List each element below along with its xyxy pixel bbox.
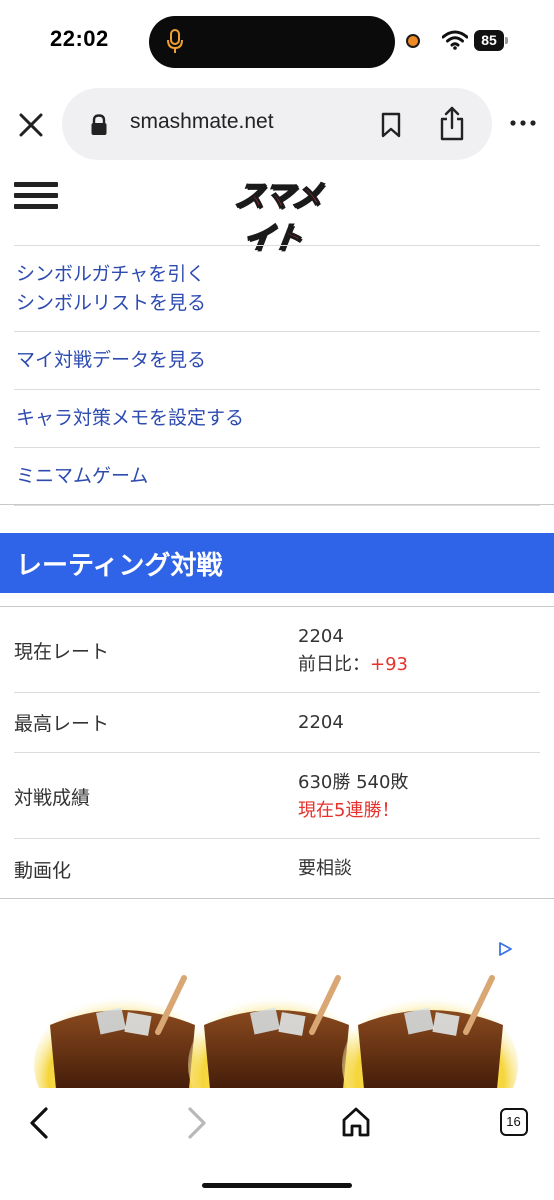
my-match-data-link[interactable]: マイ対戦データを見る <box>14 332 540 390</box>
symbol-list-link[interactable]: シンボルリストを見る <box>16 289 538 318</box>
match-record-value-cell: 630勝 540敗 現在5連勝！ <box>298 769 408 825</box>
tab-count: 16 <box>506 1114 521 1129</box>
divider <box>0 898 554 899</box>
win-streak: 現在5連勝！ <box>298 800 400 821</box>
symbol-gacha-link[interactable]: シンボルガチャを引く <box>16 260 538 289</box>
url-text: smashmate.net <box>130 110 274 133</box>
daily-change: 前日比：+93 <box>298 651 408 679</box>
current-rate-value-cell: 2204 前日比：+93 <box>298 623 408 679</box>
more-options-icon[interactable] <box>510 120 536 126</box>
address-bar[interactable]: smashmate.net <box>62 88 492 160</box>
divider <box>0 504 554 505</box>
highest-rate-label: 最高レート <box>14 713 110 735</box>
battery-icon: 85 <box>474 30 508 51</box>
advertisement[interactable] <box>0 930 554 1090</box>
browser-toolbar: smashmate.net <box>0 84 554 162</box>
status-time: 22:02 <box>50 26 109 51</box>
rating-stats-table: 現在レート 2204 前日比：+93 最高レート 2204 対戦成績 630勝 … <box>14 607 540 899</box>
menu-link-list: シンボルガチャを引く シンボルリストを見る マイ対戦データを見る キャラ対策メモ… <box>14 245 540 506</box>
table-row: 最高レート 2204 <box>14 693 540 753</box>
video-label: 動画化 <box>14 860 72 882</box>
bookmark-icon[interactable] <box>380 112 402 138</box>
match-record-label: 対戦成績 <box>14 787 91 809</box>
logo-text: スマメイト <box>232 179 324 256</box>
character-memo-link[interactable]: キャラ対策メモを設定する <box>14 390 540 448</box>
wifi-icon <box>442 30 468 50</box>
section-header: レーティング対戦 <box>0 533 554 593</box>
highest-rate-value: 2204 <box>298 712 344 733</box>
battery-level: 85 <box>481 32 497 48</box>
minimum-game-link[interactable]: ミニマムゲーム <box>14 448 540 506</box>
ad-choices-icon[interactable] <box>498 942 512 956</box>
site-logo[interactable]: スマメイト <box>232 176 324 256</box>
microphone-icon <box>167 29 183 53</box>
section-title: レーティング対戦 <box>16 551 223 581</box>
table-row: 現在レート 2204 前日比：+93 <box>14 607 540 693</box>
dynamic-island <box>149 16 395 68</box>
status-bar: 22:02 85 <box>0 0 554 84</box>
list-item: シンボルガチャを引く シンボルリストを見る <box>14 246 540 332</box>
current-rate-label: 現在レート <box>14 641 110 663</box>
match-record-value: 630勝 540敗 <box>298 772 409 793</box>
home-indicator <box>202 1183 352 1188</box>
site-header: スマメイト <box>0 166 554 256</box>
daily-change-value: +93 <box>370 654 408 675</box>
daily-change-label: 前日比： <box>298 654 370 675</box>
ad-drink-image <box>34 975 518 1090</box>
share-icon[interactable] <box>438 106 466 142</box>
close-icon[interactable] <box>18 112 44 138</box>
video-value: 要相談 <box>298 858 352 879</box>
forward-icon[interactable] <box>184 1106 210 1140</box>
home-icon[interactable] <box>340 1106 372 1138</box>
table-row: 動画化 要相談 <box>14 839 540 899</box>
recording-indicator-icon <box>406 34 420 48</box>
back-icon[interactable] <box>26 1106 52 1140</box>
lock-icon <box>91 114 107 135</box>
tabs-button[interactable]: 16 <box>500 1108 528 1136</box>
current-rate-value: 2204 <box>298 626 344 647</box>
table-row: 対戦成績 630勝 540敗 現在5連勝！ <box>14 753 540 839</box>
hamburger-menu-icon[interactable] <box>14 182 58 214</box>
